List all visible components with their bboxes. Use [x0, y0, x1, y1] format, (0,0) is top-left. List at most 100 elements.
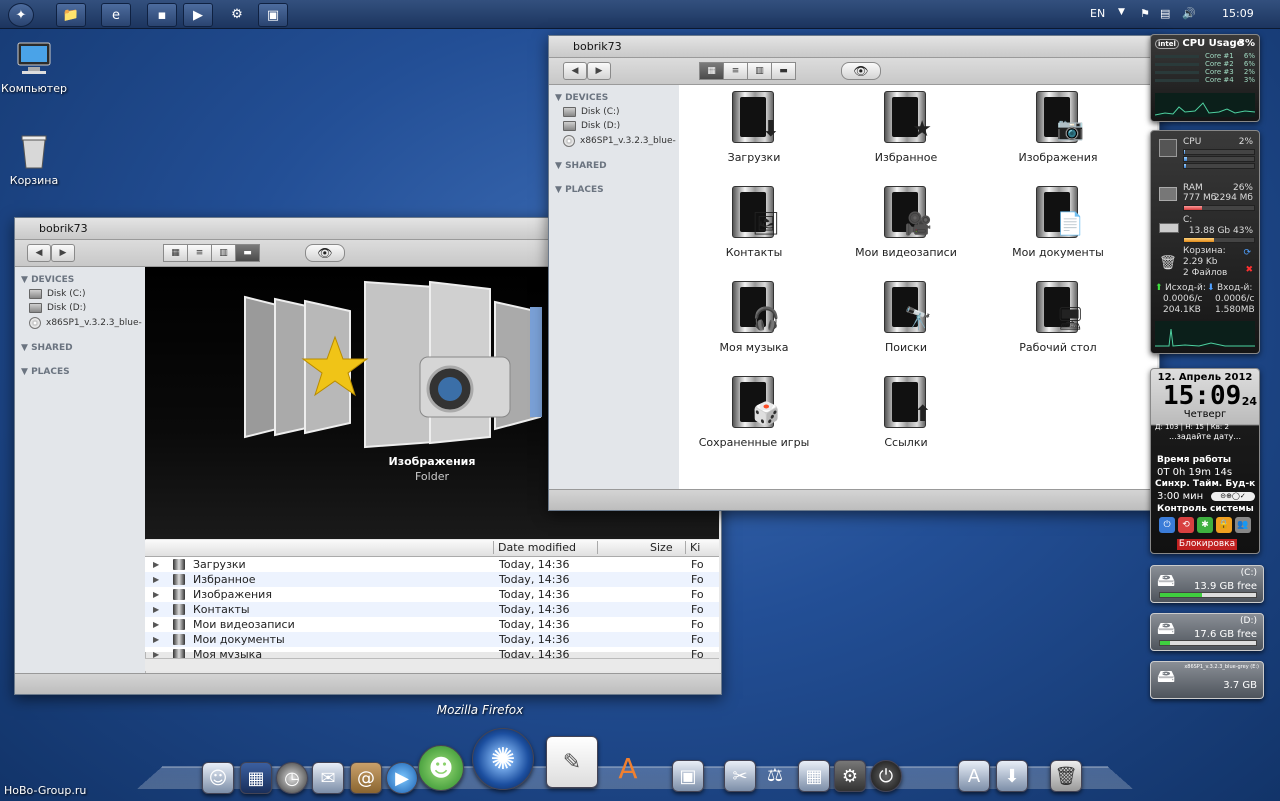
table-row[interactable]: ▶ Мои документы Today, 14:36 Fo — [145, 632, 719, 647]
dock-downloads-folder-icon[interactable]: ⬇ — [996, 760, 1028, 792]
sidebar-item-disk-c[interactable]: Disk (C:) — [563, 107, 679, 117]
table-row[interactable]: ▶ Избранное Today, 14:36 Fo — [145, 572, 719, 587]
dock-address-book-icon[interactable]: @ — [350, 762, 382, 794]
system-monitor-gadget[interactable]: CPU 2% RAM 26% 777 Мб 2294 Мб C: 13.88 G… — [1150, 130, 1260, 354]
table-row[interactable]: ▶ Загрузки Today, 14:36 Fo — [145, 557, 719, 572]
disclosure-triangle-icon[interactable]: ▶ — [153, 617, 159, 632]
sync-row[interactable]: Синхр. Тайм. Буд-к — [1155, 479, 1255, 489]
column-date-modified[interactable]: Date modified — [493, 541, 576, 554]
sidebar-item-disk-d[interactable]: Disk (D:) — [29, 303, 145, 313]
taskbar-tool-icon[interactable]: ⚙ — [223, 3, 251, 25]
dock-mail-icon[interactable]: ✉ — [312, 762, 344, 794]
icon-view-button[interactable]: ▦ — [699, 62, 724, 80]
coverflow-view-button[interactable]: ▬ — [235, 244, 260, 262]
column-view-button[interactable]: ▥ — [211, 244, 236, 262]
folder-item[interactable]: 🔭 Поиски — [831, 279, 981, 354]
list-view-button[interactable]: ≡ — [723, 62, 748, 80]
folder-item[interactable]: ⬇ Загрузки — [679, 89, 829, 164]
dock-shutdown-icon[interactable]: ⏻ — [870, 760, 902, 792]
quick-look-button[interactable]: 👁 — [841, 62, 881, 80]
drive-gadget-c[interactable]: 🖴 (C:) 13.9 GB free — [1150, 565, 1264, 603]
drive-gadget-e[interactable]: 🖴 x86SP1_v.3.2.3_blue-grey (E:) 3.7 GB — [1150, 661, 1264, 699]
tray-clock[interactable]: 15:09 — [1222, 7, 1254, 20]
restart-icon[interactable]: ⟲ — [1178, 517, 1194, 533]
dock-clock-icon[interactable]: ◷ — [276, 762, 308, 794]
icon-view-button[interactable]: ▦ — [163, 244, 188, 262]
folder-item[interactable]: 🎧 Моя музыка — [679, 279, 829, 354]
folder-item[interactable]: 📷 Изображения — [983, 89, 1133, 164]
clock-gadget[interactable]: 12. Апрель 2012 15:09 24 Четверг Д: 103 … — [1150, 368, 1260, 554]
desktop-icon-recycle-bin[interactable]: Корзина — [0, 132, 74, 187]
sidebar-devices-header[interactable]: ▼ DEVICES — [555, 93, 679, 103]
quick-look-button[interactable]: 👁 — [305, 244, 345, 262]
tray-network-icon[interactable]: ▤ — [1160, 7, 1170, 20]
timer-controls-icon[interactable]: ⊝⊕◯✓ — [1211, 492, 1255, 501]
coverflow-view-button[interactable]: ▬ — [771, 62, 796, 80]
dock-calculator-icon[interactable]: ▦ — [798, 760, 830, 792]
horizontal-scrollbar[interactable] — [145, 658, 719, 671]
dock-network-icon[interactable]: ⚖ — [760, 760, 790, 790]
folder-item[interactable]: 🎲 Сохраненные игры — [679, 374, 829, 449]
sidebar-item-dvd[interactable]: x86SP1_v.3.2.3_blue- — [29, 317, 145, 329]
column-view-button[interactable]: ▥ — [747, 62, 772, 80]
desktop-icon-computer[interactable]: Компьютер — [0, 40, 74, 95]
dock-preview-icon[interactable]: ▣ — [672, 760, 704, 792]
lock-icon[interactable]: 🔒 — [1216, 517, 1232, 533]
cpu-usage-gadget[interactable]: intel CPU Usage 3% Core #1 6% Core #2 6% Cor… — [1150, 34, 1260, 122]
forward-button[interactable]: ▶ — [51, 244, 75, 262]
table-row[interactable]: ▶ Контакты Today, 14:36 Fo — [145, 602, 719, 617]
refresh-icon[interactable]: ⟳ — [1243, 248, 1251, 258]
dock-system-prefs-icon[interactable]: ⚙ — [834, 760, 866, 792]
disclosure-triangle-icon[interactable]: ▶ — [153, 587, 159, 602]
tray-arrow-icon[interactable]: ▼ — [1118, 7, 1125, 17]
sidebar-devices-header[interactable]: ▼ DEVICES — [21, 275, 145, 285]
switch-user-icon[interactable]: 👥 — [1235, 517, 1251, 533]
disclosure-triangle-icon[interactable]: ▶ — [153, 632, 159, 647]
dock-utilities-icon[interactable]: ✂ — [724, 760, 756, 792]
folder-item[interactable]: 🖼 Контакты — [679, 184, 829, 259]
dock-media-player-icon[interactable]: ▶ — [386, 762, 418, 794]
table-row[interactable]: ▶ Мои видеозаписи Today, 14:36 Fo — [145, 617, 719, 632]
dock-finder-icon[interactable]: ☺ — [202, 762, 234, 794]
forward-button[interactable]: ▶ — [587, 62, 611, 80]
disclosure-triangle-icon[interactable]: ▶ — [153, 572, 159, 587]
dock-trash-icon[interactable]: 🗑 — [1050, 760, 1082, 792]
taskbar-photo-icon[interactable]: ▣ — [258, 3, 288, 27]
tray-volume-icon[interactable]: 🔊 — [1182, 7, 1196, 20]
start-orb-icon[interactable]: ✦ — [8, 3, 34, 27]
sidebar-shared-header[interactable]: ▼ SHARED — [555, 161, 679, 171]
disclosure-triangle-icon[interactable]: ▶ — [153, 602, 159, 617]
column-kind[interactable]: Ki — [685, 541, 700, 554]
dock-firefox-icon[interactable]: ✺ — [472, 728, 534, 790]
sidebar-item-disk-d[interactable]: Disk (D:) — [563, 121, 679, 131]
folder-item[interactable]: ★ Избранное — [831, 89, 981, 164]
disclosure-triangle-icon[interactable]: ▶ — [153, 557, 159, 572]
dock-textedit-icon[interactable]: ✎ — [546, 736, 598, 788]
sidebar-places-header[interactable]: ▼ PLACES — [555, 185, 679, 195]
column-size[interactable]: Size — [597, 541, 673, 554]
back-button[interactable]: ◀ — [563, 62, 587, 80]
folder-item[interactable]: 🎥 Мои видеозаписи — [831, 184, 981, 259]
taskbar-ie-icon[interactable]: e — [101, 3, 131, 27]
sidebar-places-header[interactable]: ▼ PLACES — [21, 367, 145, 377]
folder-item[interactable]: 🖥 Рабочий стол — [983, 279, 1133, 354]
folder-item[interactable]: ⬆ Ссылки — [831, 374, 981, 449]
taskbar-app-icon[interactable]: ▪ — [147, 3, 177, 27]
dock-dashboard-icon[interactable]: ▦ — [240, 762, 272, 794]
dock-apps-icon[interactable]: A — [610, 750, 646, 786]
finder-window-front[interactable]: bobrik73 ◀ ▶ ▦ ≡ ▥ ▬ 👁 ▼ DEVICES Disk (C… — [548, 35, 1160, 511]
dock-applications-folder-icon[interactable]: A — [958, 760, 990, 792]
sidebar-item-disk-c[interactable]: Disk (C:) — [29, 289, 145, 299]
taskbar-media-player-icon[interactable]: ▶ — [183, 3, 213, 27]
back-button[interactable]: ◀ — [27, 244, 51, 262]
tray-flag-icon[interactable]: ⚑ — [1140, 7, 1150, 20]
empty-bin-icon[interactable]: ✖ — [1245, 265, 1253, 275]
language-indicator[interactable]: EN — [1090, 7, 1105, 20]
dock-messenger-icon[interactable]: ☻ — [418, 745, 464, 791]
power-icon[interactable]: ⏻ — [1159, 517, 1175, 533]
taskbar-explorer-icon[interactable]: 📁 — [56, 3, 86, 27]
sidebar-item-dvd[interactable]: x86SP1_v.3.2.3_blue- — [563, 135, 679, 147]
table-row[interactable]: ▶ Изображения Today, 14:36 Fo — [145, 587, 719, 602]
drive-gadget-d[interactable]: 🖴 (D:) 17.6 GB free — [1150, 613, 1264, 651]
sleep-icon[interactable]: ✱ — [1197, 517, 1213, 533]
